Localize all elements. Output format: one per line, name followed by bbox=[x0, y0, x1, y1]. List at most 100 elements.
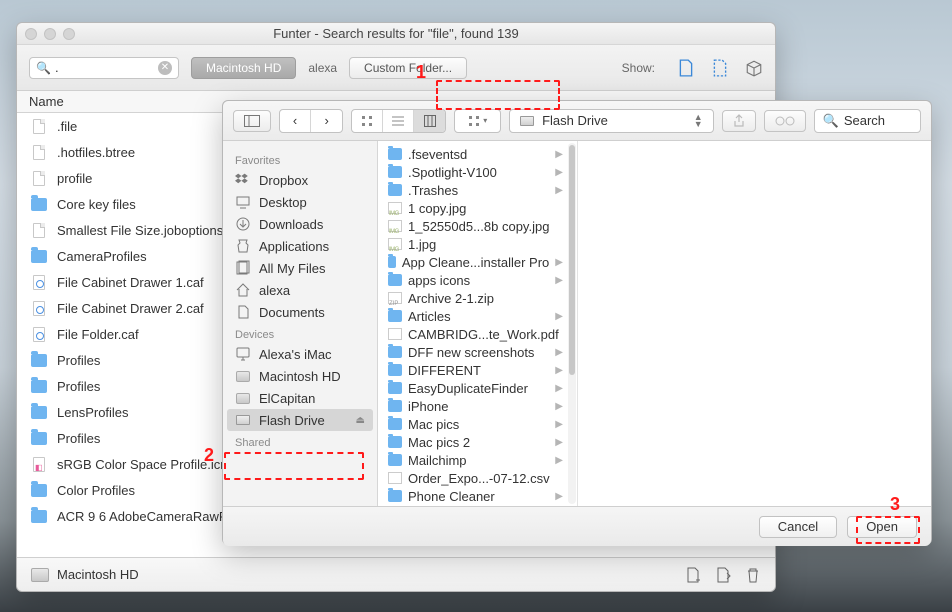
sidebar-item-label: Downloads bbox=[259, 217, 323, 232]
sidebar-item-all-my-files[interactable]: All My Files bbox=[223, 257, 377, 279]
minimize-icon[interactable] bbox=[44, 28, 56, 40]
item-name: .Spotlight-V100 bbox=[408, 165, 497, 180]
sidebar-item-applications[interactable]: Applications bbox=[223, 235, 377, 257]
icon-view[interactable] bbox=[352, 110, 383, 132]
folder-icon bbox=[31, 430, 47, 446]
list-item[interactable]: DFF new screenshots▶ bbox=[378, 343, 577, 361]
nav-back-forward[interactable]: ‹ › bbox=[279, 109, 343, 133]
file-name: Profiles bbox=[57, 353, 100, 368]
file-name: CameraProfiles bbox=[57, 249, 147, 264]
search-icon: 🔍 bbox=[823, 113, 839, 129]
folder-icon bbox=[388, 274, 402, 286]
location-popup[interactable]: Flash Drive ▲▼ bbox=[509, 109, 714, 133]
trash-icon[interactable] bbox=[745, 567, 761, 583]
package-icon[interactable] bbox=[745, 59, 763, 77]
item-name: EasyDuplicateFinder bbox=[408, 381, 528, 396]
share-button[interactable] bbox=[722, 110, 756, 132]
scope-alexa[interactable]: alexa bbox=[308, 61, 337, 75]
sidebar: Favorites DropboxDesktopDownloadsApplica… bbox=[223, 141, 378, 506]
window-controls[interactable] bbox=[25, 28, 75, 40]
zip-icon bbox=[388, 292, 402, 304]
list-item[interactable]: CAMBRIDG...te_Work.pdf bbox=[378, 325, 577, 343]
list-item[interactable]: 1_52550d5...8b copy.jpg bbox=[378, 217, 577, 235]
arrange-menu[interactable]: ▾ bbox=[455, 110, 500, 132]
sidebar-item-flash-drive[interactable]: Flash Drive⏏ bbox=[227, 409, 373, 431]
list-item[interactable]: .fseventsd▶ bbox=[378, 145, 577, 163]
home-icon bbox=[235, 282, 251, 298]
document-icon bbox=[31, 222, 47, 238]
forward-button[interactable]: › bbox=[311, 110, 342, 132]
dialog-body: Favorites DropboxDesktopDownloadsApplica… bbox=[223, 141, 931, 506]
sidebar-item-elcapitan[interactable]: ElCapitan bbox=[223, 387, 377, 409]
reveal-icon[interactable] bbox=[715, 567, 731, 583]
item-name: DFF new screenshots bbox=[408, 345, 534, 360]
file-name: Profiles bbox=[57, 431, 100, 446]
view-switch[interactable] bbox=[351, 109, 446, 133]
list-item[interactable]: 1 copy.jpg bbox=[378, 199, 577, 217]
list-item[interactable]: App Cleane...installer Pro▶ bbox=[378, 253, 577, 271]
list-item[interactable]: EasyDuplicateFinder▶ bbox=[378, 379, 577, 397]
open-dialog: ‹ › ▾ Flash Drive ▲▼ 🔍 Search Favorites … bbox=[222, 100, 932, 545]
list-item[interactable]: apps icons▶ bbox=[378, 271, 577, 289]
list-item[interactable]: iPhone▶ bbox=[378, 397, 577, 415]
list-item[interactable]: DIFFERENT▶ bbox=[378, 361, 577, 379]
sidebar-item-alexa-s-imac[interactable]: Alexa's iMac bbox=[223, 343, 377, 365]
list-item[interactable]: Mac pics 2▶ bbox=[378, 433, 577, 451]
window-title: Funter - Search results for "file", foun… bbox=[273, 26, 519, 41]
hd-icon bbox=[235, 390, 251, 406]
list-item[interactable]: Order_Expo...-07-12.csv bbox=[378, 469, 577, 487]
item-name: 1.jpg bbox=[408, 237, 436, 252]
column-view[interactable] bbox=[414, 110, 445, 132]
sidebar-item-desktop[interactable]: Desktop bbox=[223, 191, 377, 213]
file-name: Core key files bbox=[57, 197, 136, 212]
doc-icon bbox=[388, 328, 402, 340]
sidebar-item-label: Documents bbox=[259, 305, 325, 320]
file-name: File Cabinet Drawer 2.caf bbox=[57, 301, 204, 316]
item-name: Mac pics bbox=[408, 417, 459, 432]
sidebar-item-documents[interactable]: Documents bbox=[223, 301, 377, 323]
file-name: .file bbox=[57, 119, 77, 134]
back-button[interactable]: ‹ bbox=[280, 110, 311, 132]
column-browser[interactable]: .fseventsd▶.Spotlight-V100▶.Trashes▶1 co… bbox=[378, 141, 931, 506]
col-name[interactable]: Name bbox=[29, 94, 64, 109]
zoom-icon[interactable] bbox=[63, 28, 75, 40]
scope-macintosh-hd[interactable]: Macintosh HD bbox=[191, 57, 296, 79]
list-item[interactable]: .Spotlight-V100▶ bbox=[378, 163, 577, 181]
sidebar-item-dropbox[interactable]: Dropbox bbox=[223, 169, 377, 191]
sidebar-item-downloads[interactable]: Downloads bbox=[223, 213, 377, 235]
sidebar-item-label: Desktop bbox=[259, 195, 307, 210]
open-button[interactable]: Open bbox=[847, 516, 917, 538]
close-icon[interactable] bbox=[25, 28, 37, 40]
sidebar-item-label: alexa bbox=[259, 283, 290, 298]
item-name: 1_52550d5...8b copy.jpg bbox=[408, 219, 549, 234]
hidden-file-icon[interactable] bbox=[711, 59, 729, 77]
sidebar-item-alexa[interactable]: alexa bbox=[223, 279, 377, 301]
search-input[interactable]: 🔍 . ✕ bbox=[29, 57, 179, 79]
list-item[interactable]: Phone Cleaner▶ bbox=[378, 487, 577, 505]
cancel-button[interactable]: Cancel bbox=[759, 516, 837, 538]
file-icon[interactable] bbox=[677, 59, 695, 77]
sidebar-item-macintosh-hd[interactable]: Macintosh HD bbox=[223, 365, 377, 387]
dialog-search[interactable]: 🔍 Search bbox=[814, 109, 921, 133]
list-item[interactable]: Mailchimp▶ bbox=[378, 451, 577, 469]
sidebar-toggle[interactable] bbox=[233, 110, 271, 132]
new-file-icon[interactable] bbox=[685, 567, 701, 583]
group-arrange[interactable]: ▾ bbox=[454, 109, 501, 133]
tags-button[interactable] bbox=[764, 110, 806, 132]
usb-icon bbox=[235, 412, 251, 428]
file-name: Smallest File Size.joboptions bbox=[57, 223, 223, 238]
clear-icon[interactable]: ✕ bbox=[158, 61, 172, 75]
volume-icon bbox=[31, 568, 49, 582]
list-item[interactable]: 1.jpg bbox=[378, 235, 577, 253]
scroll-thumb[interactable] bbox=[569, 145, 575, 375]
list-view[interactable] bbox=[383, 110, 414, 132]
list-item[interactable]: Articles▶ bbox=[378, 307, 577, 325]
list-item[interactable]: Mac pics▶ bbox=[378, 415, 577, 433]
list-item[interactable]: .Trashes▶ bbox=[378, 181, 577, 199]
scope-custom-folder[interactable]: Custom Folder... bbox=[349, 57, 467, 79]
audio-icon bbox=[31, 326, 47, 342]
scrollbar[interactable] bbox=[568, 143, 576, 504]
eject-icon[interactable]: ⏏ bbox=[356, 415, 365, 426]
list-item[interactable]: Archive 2-1.zip bbox=[378, 289, 577, 307]
list-item[interactable]: photos▶ bbox=[378, 505, 577, 506]
